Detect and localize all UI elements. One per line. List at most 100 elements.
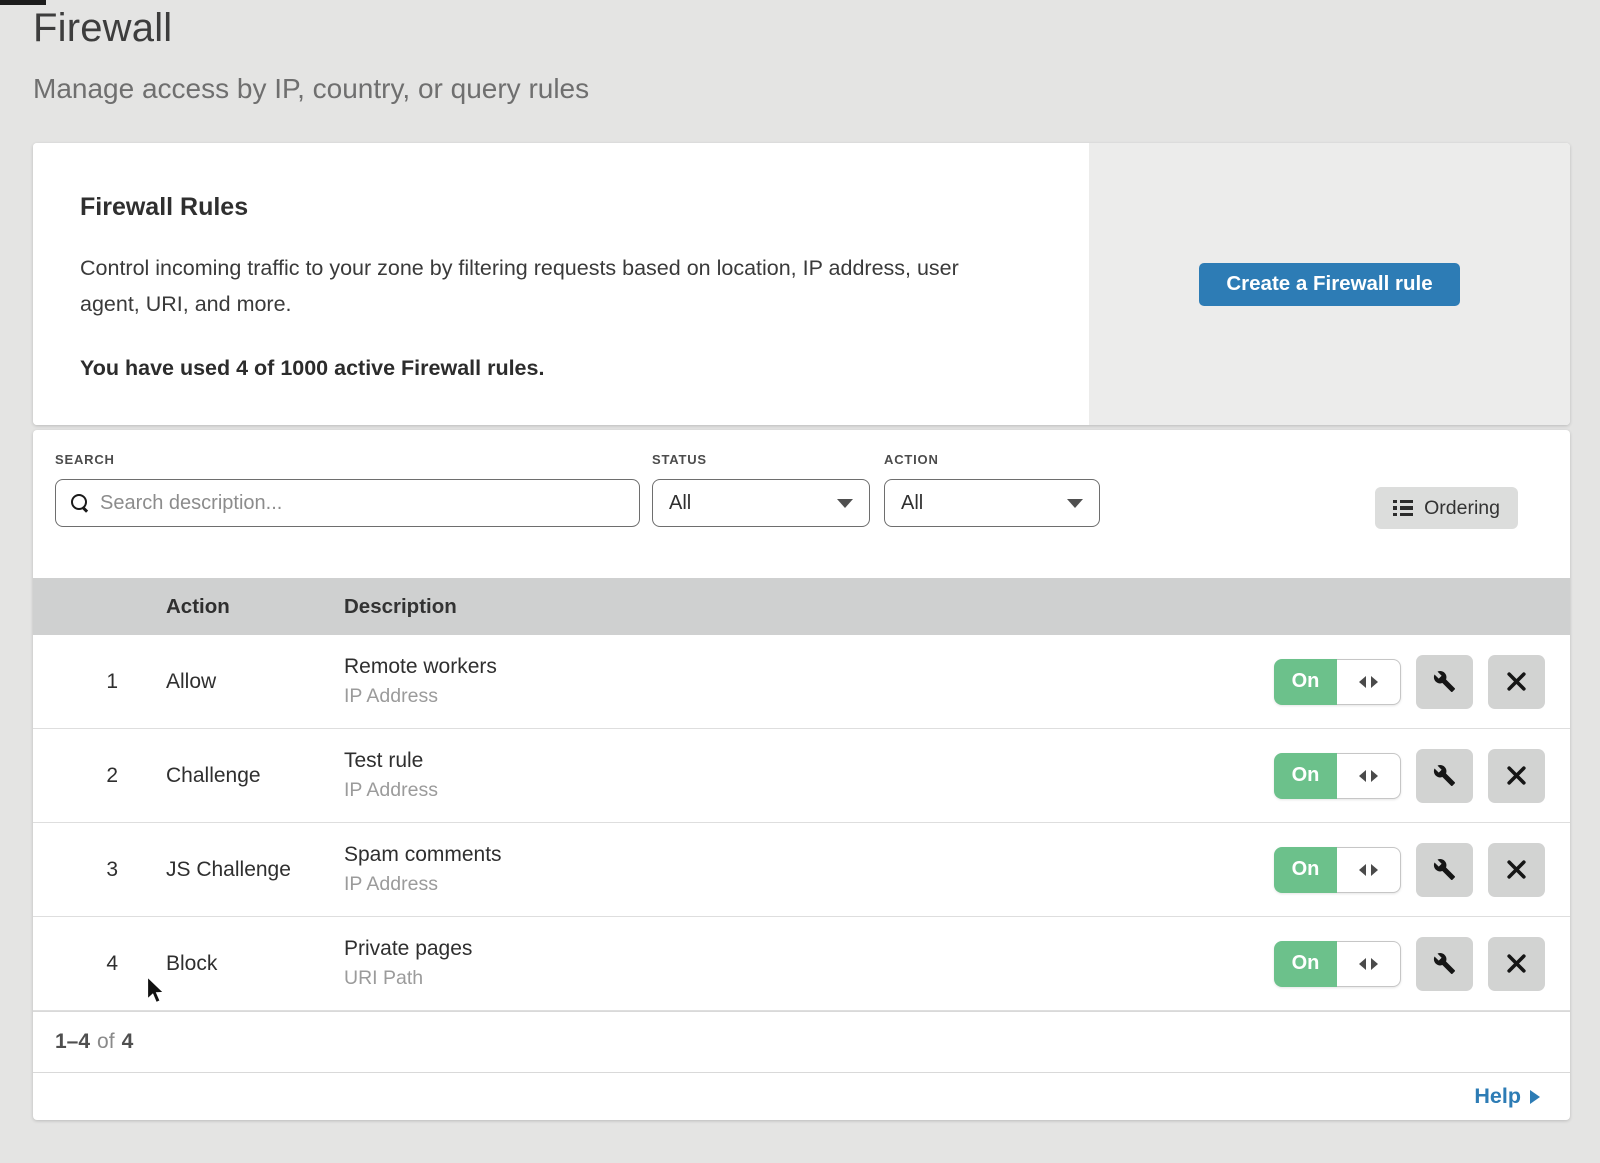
x-icon xyxy=(1506,671,1527,692)
edit-rule-button[interactable] xyxy=(1416,749,1473,803)
rule-action: Challenge xyxy=(166,764,344,788)
triangle-right-icon xyxy=(1530,1090,1540,1104)
action-label: ACTION xyxy=(884,452,939,467)
rule-controls: On xyxy=(1274,655,1570,709)
rule-description-cell: Test rule IP Address xyxy=(344,749,1274,802)
rule-action: JS Challenge xyxy=(166,858,344,882)
help-row: Help xyxy=(33,1072,1570,1120)
ordered-list-icon xyxy=(1393,500,1413,517)
rule-match-type: IP Address xyxy=(344,873,1274,896)
usage-note: You have used 4 of 1000 active Firewall … xyxy=(80,356,1019,381)
rule-enabled-toggle[interactable]: On xyxy=(1274,659,1401,705)
column-action: Action xyxy=(166,595,344,619)
overview-description: Control incoming traffic to your zone by… xyxy=(80,250,1019,322)
edit-rule-button[interactable] xyxy=(1416,937,1473,991)
toggle-on-label: On xyxy=(1274,847,1337,893)
overview-card: Firewall Rules Control incoming traffic … xyxy=(33,143,1570,425)
x-icon xyxy=(1506,953,1527,974)
status-selected-value: All xyxy=(669,492,691,515)
rules-card: SEARCH STATUS ACTION All All Ordering xyxy=(33,430,1570,1120)
search-box[interactable] xyxy=(55,479,640,527)
x-icon xyxy=(1506,765,1527,786)
triangle-right-icon xyxy=(1371,770,1378,782)
help-link[interactable]: Help xyxy=(1474,1084,1540,1109)
rule-match-type: IP Address xyxy=(344,685,1274,708)
overview-action-panel: Create a Firewall rule xyxy=(1089,143,1570,425)
wrench-icon xyxy=(1433,670,1456,693)
toggle-on-label: On xyxy=(1274,753,1337,799)
rule-description-cell: Private pages URI Path xyxy=(344,937,1274,990)
edit-rule-button[interactable] xyxy=(1416,843,1473,897)
toggle-handle[interactable] xyxy=(1337,847,1401,893)
rule-description: Remote workers xyxy=(344,655,1274,679)
wrench-icon xyxy=(1433,858,1456,881)
rule-enabled-toggle[interactable]: On xyxy=(1274,941,1401,987)
triangle-left-icon xyxy=(1359,676,1366,688)
triangle-right-icon xyxy=(1371,958,1378,970)
toggle-on-label: On xyxy=(1274,941,1337,987)
rule-priority: 2 xyxy=(33,764,166,788)
wrench-icon xyxy=(1433,952,1456,975)
search-input[interactable] xyxy=(100,492,639,515)
toggle-handle[interactable] xyxy=(1337,753,1401,799)
delete-rule-button[interactable] xyxy=(1488,655,1545,709)
rule-enabled-toggle[interactable]: On xyxy=(1274,753,1401,799)
action-selected-value: All xyxy=(901,492,923,515)
pagination-total: 4 xyxy=(122,1030,134,1054)
rule-description-cell: Spam comments IP Address xyxy=(344,843,1274,896)
toggle-handle[interactable] xyxy=(1337,941,1401,987)
triangle-right-icon xyxy=(1371,864,1378,876)
rule-controls: On xyxy=(1274,843,1570,897)
rule-controls: On xyxy=(1274,749,1570,803)
rule-action: Block xyxy=(166,952,344,976)
overview-heading: Firewall Rules xyxy=(80,193,1019,222)
rule-match-type: URI Path xyxy=(344,967,1274,990)
create-firewall-rule-button[interactable]: Create a Firewall rule xyxy=(1199,263,1459,306)
rule-description-cell: Remote workers IP Address xyxy=(344,655,1274,708)
pagination-of: of xyxy=(97,1030,115,1054)
rule-description: Spam comments xyxy=(344,843,1274,867)
table-row: 4 Block Private pages URI Path On xyxy=(33,917,1570,1011)
rule-description: Private pages xyxy=(344,937,1274,961)
rule-enabled-toggle[interactable]: On xyxy=(1274,847,1401,893)
ordering-button[interactable]: Ordering xyxy=(1375,487,1518,529)
triangle-right-icon xyxy=(1371,676,1378,688)
status-select[interactable]: All xyxy=(652,479,870,527)
rule-controls: On xyxy=(1274,937,1570,991)
firewall-page: Firewall Manage access by IP, country, o… xyxy=(0,0,1600,1163)
search-icon xyxy=(71,494,89,512)
table-row: 1 Allow Remote workers IP Address On xyxy=(33,635,1570,729)
table-header: Action Description xyxy=(33,578,1570,635)
toggle-handle[interactable] xyxy=(1337,659,1401,705)
page-header: Firewall Manage access by IP, country, o… xyxy=(33,6,589,105)
rule-match-type: IP Address xyxy=(344,779,1274,802)
rule-priority: 4 xyxy=(33,952,166,976)
toggle-on-label: On xyxy=(1274,659,1337,705)
edit-rule-button[interactable] xyxy=(1416,655,1473,709)
triangle-left-icon xyxy=(1359,770,1366,782)
rule-priority: 3 xyxy=(33,858,166,882)
help-label: Help xyxy=(1474,1084,1521,1109)
rule-priority: 1 xyxy=(33,670,166,694)
table-row: 3 JS Challenge Spam comments IP Address … xyxy=(33,823,1570,917)
rule-action: Allow xyxy=(166,670,344,694)
delete-rule-button[interactable] xyxy=(1488,749,1545,803)
page-title: Firewall xyxy=(33,6,589,51)
screen-edge-artifact xyxy=(0,0,46,5)
filters-bar: SEARCH STATUS ACTION All All Ordering xyxy=(33,430,1570,578)
wrench-icon xyxy=(1433,764,1456,787)
page-subtitle: Manage access by IP, country, or query r… xyxy=(33,73,589,105)
column-description: Description xyxy=(344,595,1570,619)
chevron-down-icon xyxy=(837,499,853,508)
triangle-left-icon xyxy=(1359,958,1366,970)
table-row: 2 Challenge Test rule IP Address On xyxy=(33,729,1570,823)
chevron-down-icon xyxy=(1067,499,1083,508)
triangle-left-icon xyxy=(1359,864,1366,876)
delete-rule-button[interactable] xyxy=(1488,937,1545,991)
pagination-range: 1–4 xyxy=(55,1030,90,1054)
delete-rule-button[interactable] xyxy=(1488,843,1545,897)
ordering-label: Ordering xyxy=(1424,497,1500,520)
x-icon xyxy=(1506,859,1527,880)
search-label: SEARCH xyxy=(55,452,115,467)
action-select[interactable]: All xyxy=(884,479,1100,527)
